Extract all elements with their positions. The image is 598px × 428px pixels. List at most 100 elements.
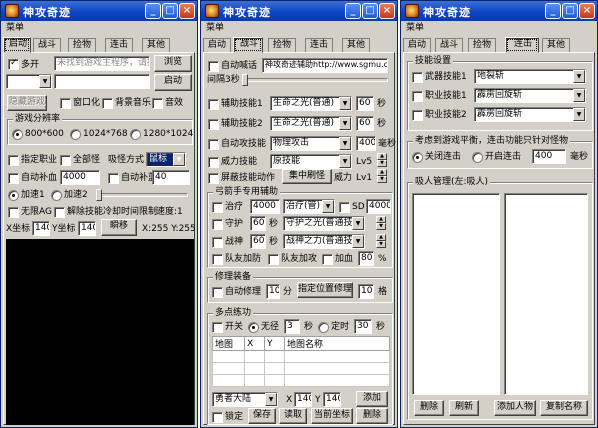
- delete-button[interactable]: 删除: [414, 400, 444, 416]
- job-skill1-select[interactable]: 霹雳回旋斩 ▼: [474, 88, 586, 103]
- guard-checkbox[interactable]: [212, 219, 223, 230]
- speedup2-radio[interactable]: [51, 190, 62, 201]
- copy-name-button[interactable]: 复制名称: [540, 400, 588, 416]
- browse-button[interactable]: 浏览: [154, 55, 192, 72]
- tab-combat[interactable]: 战斗: [233, 37, 263, 53]
- spin-down-icon[interactable]: ▼: [376, 223, 386, 230]
- multipoint-switch-checkbox[interactable]: [212, 322, 223, 333]
- maximize-button[interactable]: □: [562, 3, 578, 19]
- infinite-ag-checkbox[interactable]: [8, 207, 19, 218]
- heal-target-select[interactable]: 治疗(管) ▼: [283, 199, 335, 214]
- power-level-spinner[interactable]: ▲ ▼: [377, 153, 387, 168]
- add-person-button[interactable]: 添加人物: [494, 400, 536, 416]
- focus-kill-button[interactable]: 集中刷怪: [282, 169, 332, 184]
- player-list-left[interactable]: [412, 193, 500, 395]
- tab-other[interactable]: 其他: [142, 38, 170, 52]
- close-button[interactable]: ×: [379, 3, 395, 19]
- party-atk-checkbox[interactable]: [268, 254, 279, 265]
- x-coord-input[interactable]: 140: [32, 221, 50, 236]
- menu-item[interactable]: 菜单: [6, 23, 24, 33]
- title-bar[interactable]: 神攻奇迹 _ □ ×: [401, 1, 597, 21]
- timed-radio[interactable]: [318, 322, 329, 333]
- tab-launch[interactable]: 启动: [203, 38, 231, 52]
- auto-attack-select[interactable]: 物理攻击 ▼: [270, 136, 352, 151]
- war-god-seconds-input[interactable]: 60: [250, 234, 266, 249]
- x-input[interactable]: 140: [294, 392, 312, 407]
- guard-spinner[interactable]: ▲ ▼: [376, 216, 386, 231]
- map-select[interactable]: 勇者大陆 ▼: [212, 392, 278, 407]
- tab-combat[interactable]: 战斗: [435, 38, 463, 52]
- all-monsters-checkbox[interactable]: [60, 155, 71, 166]
- lv1-spinner[interactable]: ▲ ▼: [377, 169, 387, 184]
- speedup1-radio[interactable]: [8, 190, 19, 201]
- menu-item[interactable]: 菜单: [406, 23, 424, 33]
- table-row[interactable]: [212, 362, 390, 375]
- save-button[interactable]: 保存: [248, 408, 276, 424]
- close-combo-radio[interactable]: [412, 152, 423, 163]
- auto-hp-checkbox[interactable]: [8, 173, 19, 184]
- teleport-button[interactable]: 瞬移: [101, 219, 137, 236]
- hide-game-button[interactable]: 隐藏游戏: [7, 95, 47, 111]
- spin-down-icon[interactable]: ▼: [377, 160, 387, 167]
- menu-item[interactable]: 菜单: [206, 23, 224, 33]
- guard-skill-select[interactable]: 守护之光(普通技能) ▼: [283, 216, 365, 231]
- sound-checkbox[interactable]: [152, 98, 163, 109]
- tab-pickup[interactable]: 捡物: [268, 38, 296, 52]
- res-1280-radio[interactable]: [130, 129, 141, 140]
- multi-open-checkbox[interactable]: [8, 58, 19, 70]
- bg-music-checkbox[interactable]: [102, 98, 113, 109]
- sd-value-input[interactable]: 4000: [366, 199, 391, 214]
- auto-shout-checkbox[interactable]: [208, 61, 219, 72]
- game-path-input[interactable]: 未找到游戏主程序，请按: [54, 56, 150, 71]
- tab-other[interactable]: 其他: [342, 38, 370, 52]
- block-action-checkbox[interactable]: [208, 173, 219, 184]
- job-skill2-select[interactable]: 霹雳回旋斩 ▼: [474, 107, 586, 122]
- tab-launch[interactable]: 启动: [403, 38, 431, 52]
- minimize-button[interactable]: _: [345, 3, 361, 19]
- auto-hp-input[interactable]: 4000: [60, 170, 100, 185]
- auto-attack-checkbox[interactable]: [208, 139, 219, 150]
- maximize-button[interactable]: □: [362, 3, 378, 19]
- account-input[interactable]: [54, 74, 150, 89]
- spin-up-icon[interactable]: ▲: [377, 153, 387, 160]
- assign-job-checkbox[interactable]: [8, 155, 19, 166]
- spin-up-icon[interactable]: ▲: [376, 216, 386, 223]
- add-waypoint-button[interactable]: 添加: [356, 391, 388, 407]
- guard-seconds-input[interactable]: 60: [250, 216, 266, 231]
- job-skill1-checkbox[interactable]: [412, 91, 423, 102]
- sd-checkbox[interactable]: [339, 202, 350, 213]
- minimize-button[interactable]: _: [145, 3, 161, 19]
- table-row[interactable]: [212, 350, 390, 363]
- server-select[interactable]: ▼: [6, 74, 52, 89]
- tab-other[interactable]: 其他: [542, 38, 570, 52]
- war-god-skill-select[interactable]: 战神之力(普通技能) ▼: [283, 234, 365, 249]
- assist-skill1-checkbox[interactable]: [208, 99, 219, 110]
- tab-pickup[interactable]: 捡物: [468, 38, 496, 52]
- lock-checkbox[interactable]: [212, 412, 223, 423]
- waypoint-table[interactable]: 地图 X Y 地图名称: [212, 336, 390, 387]
- suck-mode-select[interactable]: 鼠标 ▼: [146, 152, 186, 167]
- auto-mp-checkbox[interactable]: [108, 173, 119, 184]
- spin-down-icon[interactable]: ▼: [376, 241, 386, 248]
- open-combo-radio[interactable]: [472, 152, 483, 163]
- title-bar[interactable]: 神攻奇迹 _ □ ×: [201, 1, 397, 21]
- add-hp-pct-input[interactable]: 80: [358, 251, 374, 266]
- war-god-spinner[interactable]: ▲ ▼: [376, 234, 386, 249]
- repair-minutes-input[interactable]: 10: [266, 284, 280, 299]
- close-button[interactable]: ×: [579, 3, 595, 19]
- start-button[interactable]: 启动: [154, 74, 192, 91]
- assist-skill2-select[interactable]: 生命之光(普通) ▼: [270, 116, 352, 131]
- minimize-button[interactable]: _: [545, 3, 561, 19]
- party-def-checkbox[interactable]: [212, 254, 223, 265]
- spin-up-icon[interactable]: ▲: [377, 169, 387, 176]
- assist-skill2-seconds[interactable]: 60: [356, 116, 374, 131]
- weapon-skill1-checkbox[interactable]: [412, 72, 423, 83]
- speed-slider[interactable]: [96, 193, 188, 197]
- res-800-radio[interactable]: [12, 129, 23, 140]
- interval-input[interactable]: 3: [284, 319, 300, 334]
- no-interval-radio[interactable]: [248, 322, 259, 333]
- add-hp-checkbox[interactable]: [322, 254, 333, 265]
- table-row[interactable]: [212, 374, 390, 387]
- power-skill-select[interactable]: 原技能 ▼: [270, 154, 352, 169]
- current-coord-button[interactable]: 当前坐标: [311, 408, 353, 424]
